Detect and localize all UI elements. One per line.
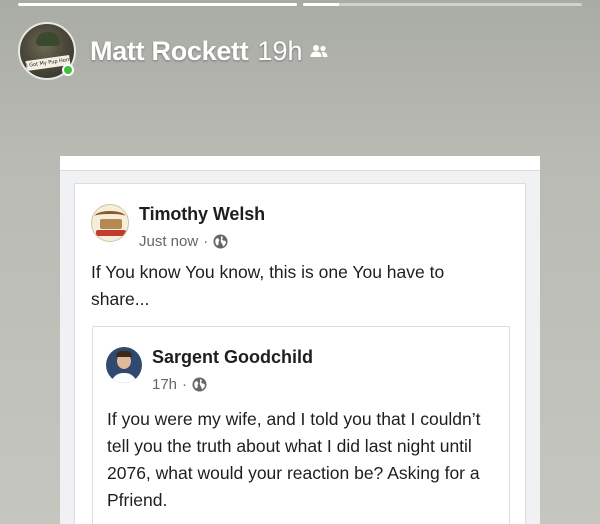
shared-screenshot-card: Timothy Welsh Just now · If You know You… bbox=[60, 156, 540, 524]
post-author-avatar[interactable] bbox=[91, 204, 129, 242]
shared-author-avatar[interactable] bbox=[106, 347, 142, 383]
facebook-post: Timothy Welsh Just now · If You know You… bbox=[74, 183, 526, 524]
previous-post-edge bbox=[60, 156, 540, 171]
post-header: Timothy Welsh Just now · bbox=[91, 204, 265, 250]
shared-post-meta: 17h · bbox=[152, 376, 313, 393]
post-meta: Just now · bbox=[139, 233, 265, 250]
story-progress-segment-2 bbox=[303, 3, 582, 6]
story-progress-segment-1 bbox=[18, 3, 297, 6]
post-author-name[interactable]: Timothy Welsh bbox=[139, 204, 265, 225]
story-progress bbox=[18, 3, 582, 6]
shared-post-text: If you were my wife, and I told you that… bbox=[107, 409, 481, 510]
online-status-dot bbox=[62, 64, 74, 76]
story-header: I Got My Pup Home Matt Rockett 19h bbox=[18, 22, 328, 80]
shared-post-time[interactable]: 17h bbox=[152, 376, 177, 393]
story-user-name[interactable]: Matt Rockett bbox=[90, 36, 249, 67]
shared-post-header: Sargent Goodchild 17h · bbox=[106, 347, 313, 393]
globe-icon bbox=[192, 377, 207, 392]
shared-author-name[interactable]: Sargent Goodchild bbox=[152, 347, 313, 368]
post-time[interactable]: Just now bbox=[139, 233, 198, 250]
shared-post[interactable]: Sargent Goodchild 17h · If you were my w… bbox=[92, 326, 510, 524]
post-text: If You know You know, this is one You ha… bbox=[91, 262, 445, 309]
separator-dot: · bbox=[182, 376, 188, 393]
separator-dot: · bbox=[203, 233, 209, 250]
story-time: 19h bbox=[257, 35, 303, 66]
story-avatar[interactable]: I Got My Pup Home bbox=[18, 22, 76, 80]
friends-icon bbox=[310, 44, 328, 58]
globe-icon bbox=[213, 234, 228, 249]
